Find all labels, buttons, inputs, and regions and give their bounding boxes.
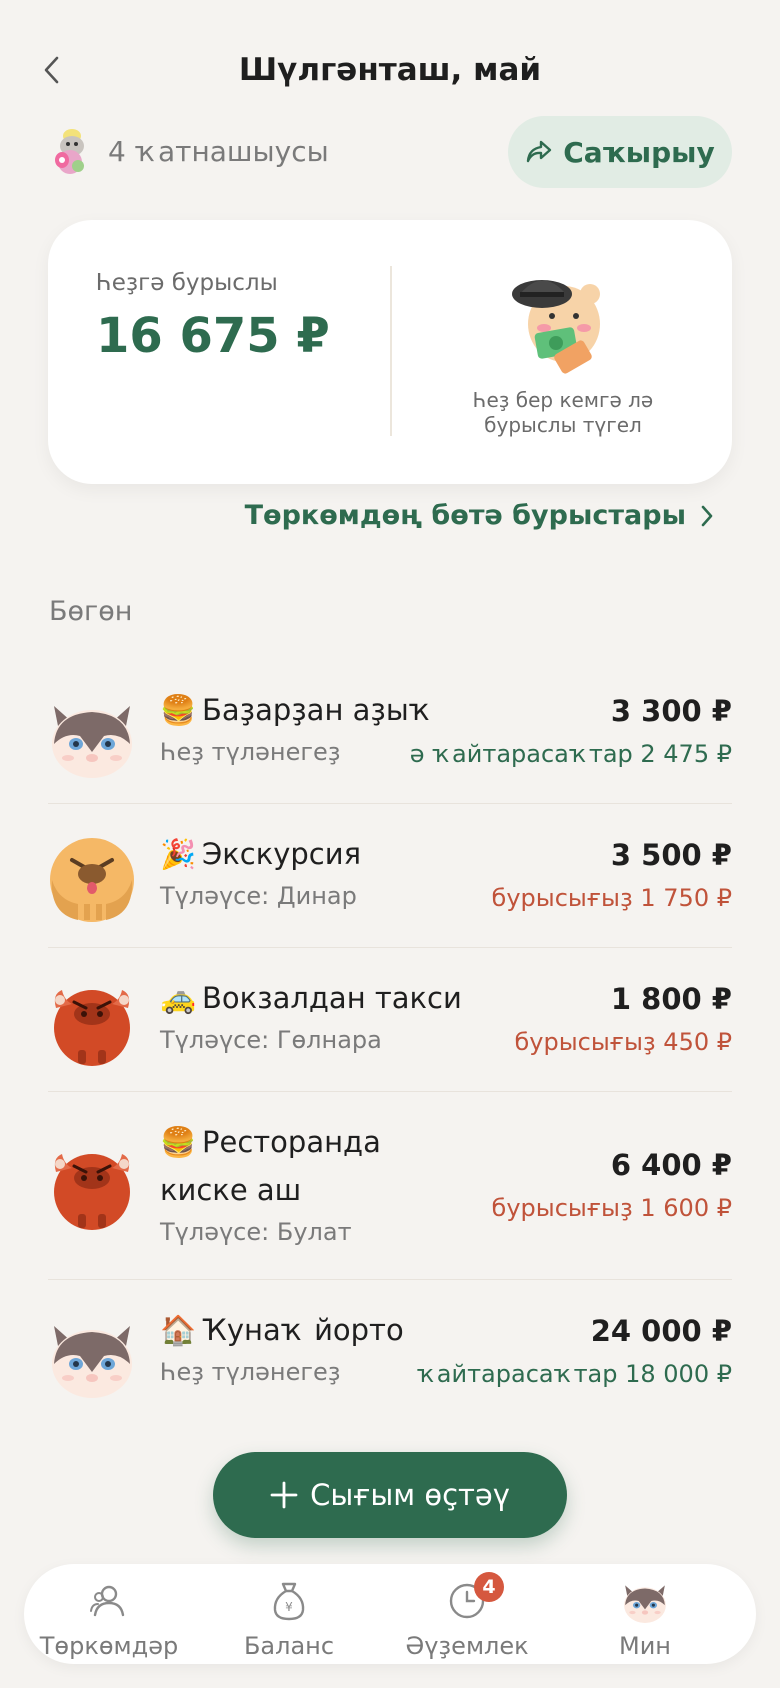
mascot-bear-icon (512, 280, 600, 374)
expense-row[interactable]: 🎉 Экскурсия Түләүсе: Динар 3 500 ₽ бурысы… (48, 804, 732, 948)
expense-status: ә ҡайтарасаҡтар 2 475 ₽ (409, 740, 732, 768)
tab-label: Төркөмдәр (39, 1632, 179, 1660)
expense-row[interactable]: 🍔 Баҙарҙан аҙыҡ Һеҙ түләнегеҙ 3 300 ₽ ә ҡ… (48, 660, 732, 804)
expense-row[interactable]: 🏠 Ҡунаҡ йорто Һеҙ түләнегеҙ 24 000 ₽ ҡайт… (48, 1280, 732, 1424)
tab-label: Әүҙемлек (405, 1632, 529, 1660)
expense-payer: Түләүсе: Булат (160, 1218, 352, 1246)
participants-avatar-icon (55, 129, 84, 174)
expense-status: ҡайтарасаҡтар 18 000 ₽ (416, 1360, 732, 1388)
cat-icon (48, 1312, 136, 1400)
invite-label: Саҡырыу (563, 135, 715, 169)
bull-icon (48, 1142, 136, 1230)
cat-icon (48, 692, 136, 780)
tab-activity[interactable]: 4 Әүҙемлек (382, 1572, 552, 1660)
expense-title: Баҙарҙан аҙыҡ (202, 693, 433, 727)
expense-status: бурысығыҙ 1 600 ₽ (491, 1194, 732, 1222)
expense-amount: 24 000 ₽ (590, 1314, 732, 1348)
owed-to-you-label: Һеҙгә бурыслы (96, 270, 278, 296)
expense-amount: 1 800 ₽ (610, 982, 732, 1016)
burger-icon: 🍔 (160, 1125, 197, 1159)
share-icon (527, 140, 552, 163)
expense-amount: 3 300 ₽ (610, 694, 732, 728)
expense-amount: 6 400 ₽ (610, 1148, 732, 1182)
taxi-icon: 🚕 (160, 981, 197, 1015)
tab-balance[interactable]: ¥ Баланс (204, 1578, 374, 1660)
section-title-today: Бөгөн (49, 596, 133, 627)
participants-count: 4 ҡатнашыусы (108, 134, 329, 168)
expense-title-line2: киске аш (160, 1173, 302, 1207)
house-icon: 🏠 (160, 1313, 197, 1347)
groups-icon (90, 1585, 125, 1617)
balance-note: Һеҙ бер кемгә лә бурыслы түгел (472, 388, 654, 437)
burger-icon: 🍔 (160, 693, 197, 727)
page-title: Шүлгәнташ, май (238, 52, 542, 88)
bottom-tab-bar: Төркөмдәр ¥ Баланс 4 Әүҙемлек Мин (24, 1564, 756, 1664)
expense-payer: Һеҙ түләнегеҙ (160, 1358, 341, 1386)
top-bar: Шүлгәнташ, май (0, 40, 780, 100)
plus-icon (270, 1481, 298, 1509)
expense-payer: Түләүсе: Динар (160, 882, 357, 910)
expense-payer: Һеҙ түләнегеҙ (160, 738, 341, 766)
chevron-right-icon (701, 505, 713, 526)
party-icon: 🎉 (160, 837, 197, 871)
card-divider (390, 266, 392, 436)
svg-text:¥: ¥ (285, 1600, 293, 1614)
participants-button[interactable]: 4 ҡатнашыусы (50, 126, 329, 176)
money-bag-icon: ¥ (273, 1582, 305, 1621)
expense-row[interactable]: 🍔 Ресторанда киске аш Түләүсе: Булат 6 40… (48, 1092, 732, 1280)
bull-icon (48, 978, 136, 1066)
tab-groups[interactable]: Төркөмдәр (24, 1578, 194, 1660)
cat-avatar-icon (622, 1578, 668, 1624)
tab-label: Мин (619, 1632, 671, 1660)
expense-title: Ҡунаҡ йорто (202, 1313, 404, 1347)
expense-status: бурысығыҙ 450 ₽ (514, 1028, 732, 1056)
balance-card: Һеҙгә бурыслы 16 675 ₽ Һеҙ бер кемгә лә … (48, 220, 732, 484)
expense-row[interactable]: 🚕 Вокзалдан такси Түләүсе: Гөлнара 1 800 … (48, 948, 732, 1092)
owed-to-you-amount: 16 675 ₽ (96, 308, 330, 364)
dog-icon (48, 834, 136, 922)
expense-title: Экскурсия (202, 837, 362, 871)
invite-button[interactable]: Саҡырыу (508, 116, 732, 188)
tab-label: Баланс (243, 1632, 335, 1660)
tab-me[interactable]: Мин (560, 1578, 730, 1660)
notification-badge: 4 (474, 1572, 504, 1602)
add-expense-label: Сығым өҫтәү (310, 1478, 510, 1512)
add-expense-button[interactable]: Сығым өҫтәү (213, 1452, 567, 1538)
expense-title: Вокзалдан такси (202, 981, 462, 1015)
expense-status: бурысығыҙ 1 750 ₽ (491, 884, 732, 912)
expense-amount: 3 500 ₽ (610, 838, 732, 872)
expense-payer: Түләүсе: Гөлнара (160, 1026, 382, 1054)
expense-list: 🍔 Баҙарҙан аҙыҡ Һеҙ түләнегеҙ 3 300 ₽ ә ҡ… (48, 660, 732, 1424)
all-debts-link[interactable]: Төркөмдөң бөтә бурыстары (245, 500, 714, 531)
expense-title: Ресторанда (202, 1125, 381, 1159)
